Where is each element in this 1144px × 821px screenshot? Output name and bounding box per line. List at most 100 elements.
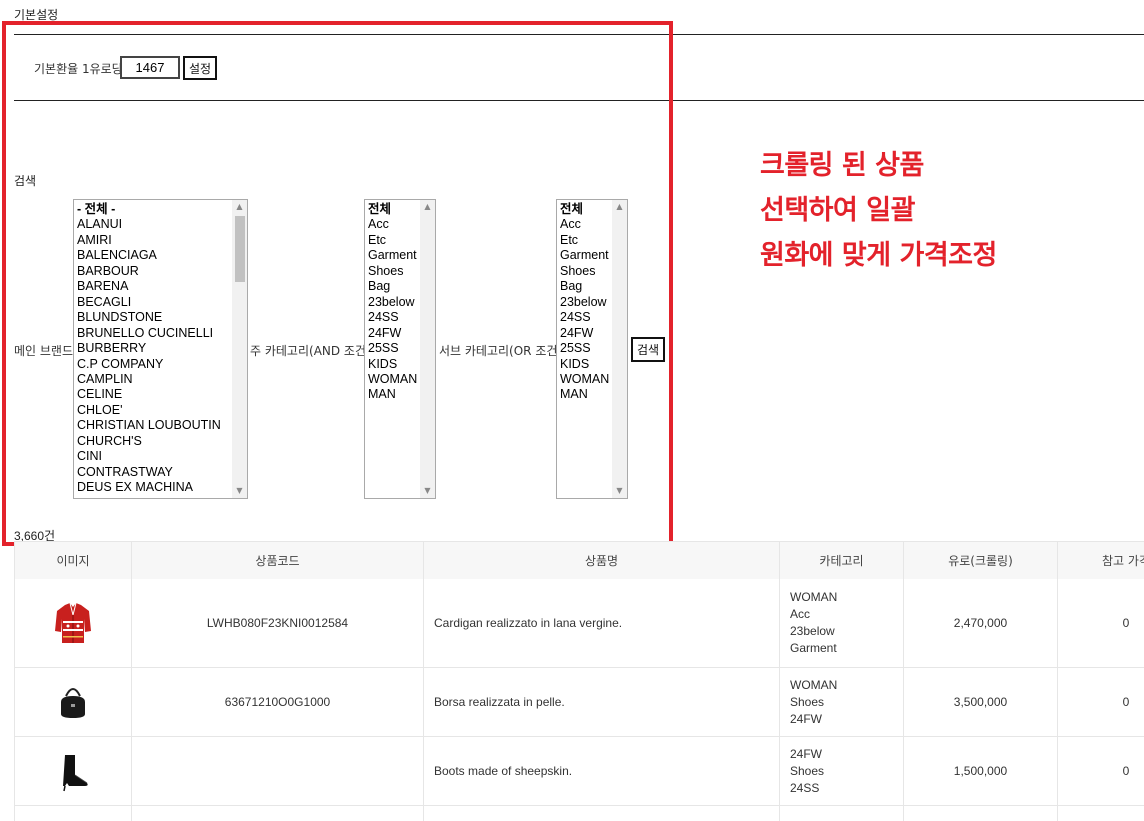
sub-category-label: 서브 카테고리(OR 조건) <box>439 344 563 358</box>
scroll-thumb[interactable] <box>235 216 245 282</box>
column-header-name[interactable]: 상품명 <box>423 541 780 579</box>
sub-category-option[interactable]: MAN <box>557 387 611 402</box>
product-code: LWHB080F23KNI0012584 <box>131 578 424 668</box>
column-header-ref-price[interactable]: 참고 가격 <box>1057 541 1144 579</box>
brand-option[interactable]: CONTRASTWAY <box>74 465 231 480</box>
brand-option[interactable]: BALENCIAGA <box>74 248 231 263</box>
product-image-cell[interactable] <box>14 578 132 668</box>
table-row[interactable]: Boots made of sheepskin. 24FW Shoes 24SS… <box>14 736 1144 806</box>
main-category-option[interactable]: 23below <box>365 295 419 310</box>
scroll-up-arrow-icon[interactable]: ▲ <box>232 200 247 214</box>
category-tag: 23below <box>790 623 835 638</box>
main-category-option[interactable]: 24SS <box>365 310 419 325</box>
main-category-option[interactable]: Acc <box>365 217 419 232</box>
main-category-option[interactable]: Shoes <box>365 264 419 279</box>
main-category-option[interactable]: KIDS <box>365 357 419 372</box>
sub-category-listbox[interactable]: 전체 Acc Etc Garment Shoes Bag 23below 24SS 24FW 25… <box>556 199 628 499</box>
scroll-up-arrow-icon[interactable]: ▲ <box>612 200 627 214</box>
category-tag: Shoes <box>790 694 825 709</box>
divider <box>14 100 1144 101</box>
sub-category-option[interactable]: Etc <box>557 233 611 248</box>
category-tag: WOMAN <box>790 589 838 604</box>
brand-option[interactable]: CINI <box>74 449 231 464</box>
main-category-option[interactable]: Bag <box>365 279 419 294</box>
brand-scrollbar[interactable]: ▲ ▼ <box>232 200 247 498</box>
brand-option[interactable]: BURBERRY <box>74 341 231 356</box>
sub-category-option[interactable]: Garment <box>557 248 611 263</box>
sub-category-option[interactable]: Acc <box>557 217 611 232</box>
sub-category-scrollbar[interactable]: ▲ ▼ <box>612 200 627 498</box>
exchange-rate-input[interactable] <box>120 56 180 79</box>
brand-option[interactable]: C.P COMPANY <box>74 357 231 372</box>
scroll-down-arrow-icon[interactable]: ▼ <box>612 484 627 498</box>
brand-option[interactable]: CELINE <box>74 387 231 402</box>
main-category-option[interactable]: Garment <box>365 248 419 263</box>
column-header-category[interactable]: 카테고리 <box>779 541 904 579</box>
brand-option[interactable]: CHRISTIAN LOUBOUTIN <box>74 418 231 433</box>
table-row[interactable]: LWHB080F23KNI0012584 Cardigan realizzato… <box>14 578 1144 668</box>
main-category-option[interactable]: Etc <box>365 233 419 248</box>
scroll-up-arrow-icon[interactable]: ▲ <box>420 200 435 214</box>
sub-category-option[interactable]: 전체 <box>557 202 611 217</box>
sub-category-option[interactable]: Shoes <box>557 264 611 279</box>
category-tag: WOMAN <box>790 677 838 692</box>
main-category-option[interactable]: 전체 <box>365 202 419 217</box>
brand-option[interactable]: BRUNELLO CUCINELLI <box>74 326 231 341</box>
table-row[interactable]: 63671210O0G1000 Borsa realizzata in pell… <box>14 667 1144 737</box>
main-category-option[interactable]: WOMAN <box>365 372 419 387</box>
euro-price: 3,500,000 <box>903 667 1058 737</box>
reference-price: 0 <box>1057 736 1144 806</box>
sub-category-option[interactable]: KIDS <box>557 357 611 372</box>
brand-option[interactable]: CHLOE' <box>74 403 231 418</box>
main-category-option[interactable]: 24FW <box>365 326 419 341</box>
annotation-line: 선택하여 일괄 <box>760 195 915 226</box>
brand-option[interactable]: BLUNDSTONE <box>74 310 231 325</box>
column-header-code[interactable]: 상품코드 <box>131 541 424 579</box>
category-tag: Shoes <box>790 763 825 778</box>
sub-category-option[interactable]: Bag <box>557 279 611 294</box>
brand-option[interactable]: CHURCH'S <box>74 434 231 449</box>
product-categories: WOMAN Acc 23below Garment <box>779 578 904 668</box>
sub-category-option[interactable]: 24FW <box>557 326 611 341</box>
main-category-option[interactable]: MAN <box>365 387 419 402</box>
product-code: 63671210O0G1000 <box>131 667 424 737</box>
brand-option[interactable]: ALANUI <box>74 217 231 232</box>
main-category-listbox[interactable]: 전체 Acc Etc Garment Shoes Bag 23below 24SS 24FW 25… <box>364 199 436 499</box>
brand-option[interactable]: BARENA <box>74 279 231 294</box>
scroll-down-arrow-icon[interactable]: ▼ <box>232 484 247 498</box>
product-table: 이미지 상품코드 상품명 카테고리 유로(크롤링) 참고 가격 <box>14 541 1144 821</box>
set-rate-button[interactable]: 설정 <box>183 56 217 80</box>
exchange-rate-label: 기본환율 1유로당 <box>34 62 123 76</box>
brand-option[interactable]: AMIRI <box>74 233 231 248</box>
main-category-scrollbar[interactable]: ▲ ▼ <box>420 200 435 498</box>
annotation-line: 원화에 맞게 가격조정 <box>760 240 997 271</box>
brand-option[interactable]: BECAGLI <box>74 295 231 310</box>
search-button[interactable]: 검색 <box>631 337 665 362</box>
product-image-cell[interactable] <box>14 736 132 806</box>
product-categories: WOMAN Shoes 24FW <box>779 667 904 737</box>
main-category-option[interactable]: 25SS <box>365 341 419 356</box>
euro-price: 1,500,000 <box>903 736 1058 806</box>
black-bag-image[interactable] <box>53 680 93 724</box>
brand-option[interactable]: BARBOUR <box>74 264 231 279</box>
product-name: Cardigan realizzato in lana vergine. <box>423 578 780 668</box>
black-boot-image[interactable] <box>53 749 93 793</box>
sub-category-option[interactable]: 24SS <box>557 310 611 325</box>
brand-option[interactable]: CAMPLIN <box>74 372 231 387</box>
category-tag: Garment <box>790 640 837 655</box>
sub-category-option[interactable]: 25SS <box>557 341 611 356</box>
brand-option[interactable]: - 전체 - <box>74 202 231 217</box>
sub-category-option[interactable]: 23below <box>557 295 611 310</box>
brand-option[interactable]: DEUS EX MACHINA <box>74 480 231 495</box>
main-brand-listbox[interactable]: - 전체 - ALANUI AMIRI BALENCIAGA BARBOUR BARENA… <box>73 199 248 499</box>
table-row[interactable] <box>14 805 1144 821</box>
euro-price: 2,470,000 <box>903 578 1058 668</box>
column-header-euro[interactable]: 유로(크롤링) <box>903 541 1058 579</box>
column-header-image[interactable]: 이미지 <box>14 541 132 579</box>
main-category-label: 주 카테고리(AND 조건) <box>250 344 371 358</box>
red-cardigan-image[interactable] <box>53 601 93 645</box>
divider <box>14 34 1144 35</box>
scroll-down-arrow-icon[interactable]: ▼ <box>420 484 435 498</box>
sub-category-option[interactable]: WOMAN <box>557 372 611 387</box>
product-image-cell[interactable] <box>14 667 132 737</box>
